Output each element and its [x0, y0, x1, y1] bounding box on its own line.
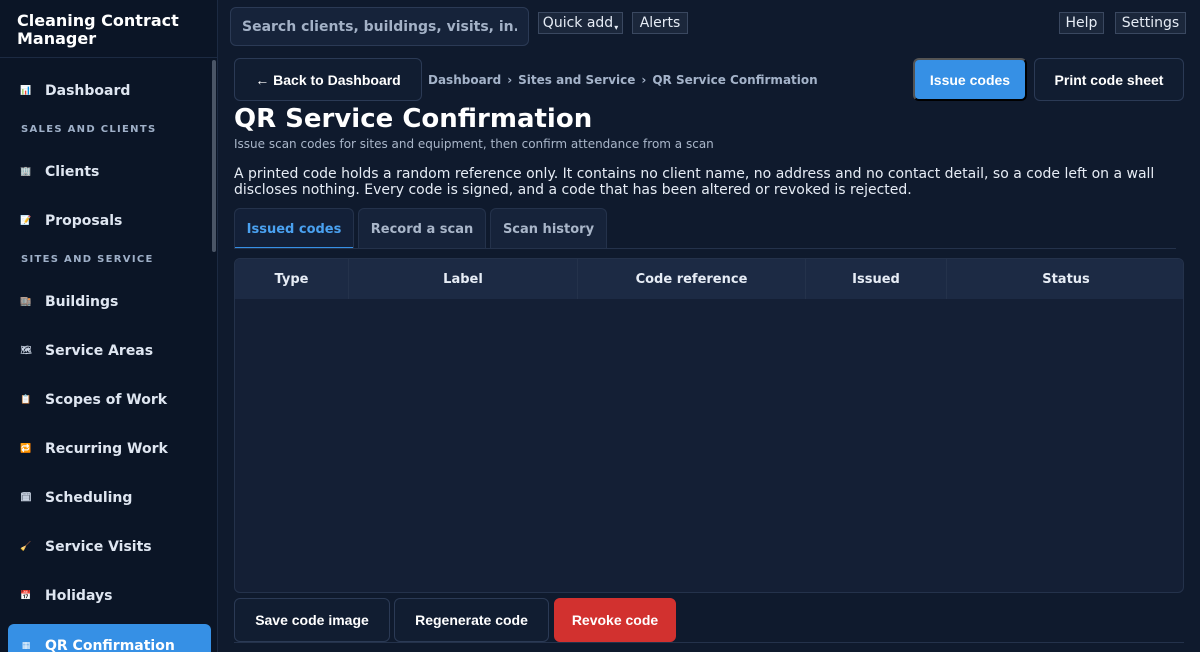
calendar-icon: 📅: [20, 591, 32, 601]
sidebar-item-label: Proposals: [45, 213, 123, 229]
sidebar: Cleaning Contract Manager 📊 Dashboard SA…: [0, 0, 218, 652]
buildings-icon: 🏬: [20, 297, 32, 307]
search-input[interactable]: [230, 7, 529, 46]
sidebar-item-scopes-of-work[interactable]: 📋 Scopes of Work: [8, 378, 211, 422]
tab-record-a-scan[interactable]: Record a scan: [358, 208, 486, 249]
sidebar-item-label: Holidays: [45, 588, 113, 604]
tab-divider: [234, 248, 1176, 249]
breadcrumb-separator: ›: [641, 73, 647, 87]
column-header-status[interactable]: Status: [947, 259, 1183, 299]
map-icon: 🗺: [20, 346, 32, 356]
sidebar-item-service-visits[interactable]: 🧹 Service Visits: [8, 525, 211, 569]
revoke-code-button[interactable]: Revoke code: [554, 598, 676, 642]
quick-add-button[interactable]: Quick add ▾: [538, 12, 623, 34]
sidebar-item-label: Recurring Work: [45, 441, 168, 457]
sidebar-item-holidays[interactable]: 📅 Holidays: [8, 574, 211, 618]
column-header-code-reference[interactable]: Code reference: [578, 259, 806, 299]
app-title: Cleaning Contract Manager: [0, 0, 217, 58]
issue-codes-button[interactable]: Issue codes: [913, 58, 1027, 101]
sidebar-item-label: Scopes of Work: [45, 392, 168, 408]
print-code-sheet-button[interactable]: Print code sheet: [1034, 58, 1184, 101]
qr-icon: ▦: [21, 641, 31, 651]
sidebar-item-label: Service Visits: [45, 539, 152, 555]
sidebar-section-title: SALES AND CLIENTS: [21, 124, 157, 135]
breadcrumb-link-dashboard[interactable]: Dashboard: [428, 73, 501, 87]
bar-chart-icon: 📊: [20, 86, 32, 96]
chevron-down-icon: ▾: [614, 22, 619, 32]
sidebar-item-label: Dashboard: [45, 83, 131, 99]
table-header: Type Label Code reference Issued Status: [235, 259, 1183, 299]
broom-icon: 🧹: [20, 542, 32, 552]
issued-codes-table: Type Label Code reference Issued Status: [234, 258, 1184, 593]
sidebar-item-label: Scheduling: [45, 490, 133, 506]
settings-button[interactable]: Settings: [1115, 12, 1186, 34]
repeat-icon: 🔁: [20, 444, 32, 454]
page-subtitle: Issue scan codes for sites and equipment…: [234, 137, 714, 151]
breadcrumb-current: QR Service Confirmation: [652, 73, 818, 87]
sidebar-item-label: Service Areas: [45, 343, 154, 359]
sidebar-item-recurring-work[interactable]: 🔁 Recurring Work: [8, 427, 211, 471]
help-button[interactable]: Help: [1059, 12, 1104, 34]
breadcrumb-separator: ›: [507, 73, 513, 87]
breadcrumb: Dashboard › Sites and Service › QR Service C…: [428, 73, 818, 87]
page-description: A printed code holds a random reference …: [234, 166, 1155, 198]
regenerate-code-button[interactable]: Regenerate code: [394, 598, 549, 642]
column-header-type[interactable]: Type: [235, 259, 349, 299]
sidebar-item-label: Buildings: [45, 294, 119, 310]
tab-scan-history[interactable]: Scan history: [490, 208, 607, 249]
back-to-dashboard-button[interactable]: ← Back to Dashboard: [234, 58, 422, 101]
quick-add-label: Quick add: [542, 15, 614, 31]
page-title: QR Service Confirmation: [234, 104, 593, 134]
breadcrumb-link-sites-and-service[interactable]: Sites and Service: [518, 73, 635, 87]
sidebar-item-qr-confirmation[interactable]: ▦ QR Confirmation: [8, 624, 211, 652]
sidebar-item-label: Clients: [45, 164, 100, 180]
calendar-spiral-icon: 🗓: [20, 493, 32, 503]
memo-icon: 📝: [20, 216, 32, 226]
clipboard-icon: 📋: [20, 395, 32, 405]
sidebar-item-proposals[interactable]: 📝 Proposals: [8, 199, 211, 243]
office-building-icon: 🏢: [20, 167, 32, 177]
footer-divider: [234, 642, 1184, 643]
sidebar-item-dashboard[interactable]: 📊 Dashboard: [8, 69, 211, 113]
sidebar-item-clients[interactable]: 🏢 Clients: [8, 150, 211, 194]
alerts-button[interactable]: Alerts: [632, 12, 688, 34]
column-header-issued[interactable]: Issued: [806, 259, 947, 299]
save-code-image-button[interactable]: Save code image: [234, 598, 390, 642]
sidebar-item-buildings[interactable]: 🏬 Buildings: [8, 280, 211, 324]
column-header-label[interactable]: Label: [349, 259, 578, 299]
tab-issued-codes[interactable]: Issued codes: [234, 208, 354, 249]
sidebar-item-scheduling[interactable]: 🗓 Scheduling: [8, 476, 211, 520]
sidebar-scrollbar[interactable]: [212, 60, 216, 252]
sidebar-section-title: SITES AND SERVICE: [21, 254, 154, 265]
sidebar-item-label: QR Confirmation: [45, 638, 175, 652]
sidebar-item-service-areas[interactable]: 🗺 Service Areas: [8, 329, 211, 373]
